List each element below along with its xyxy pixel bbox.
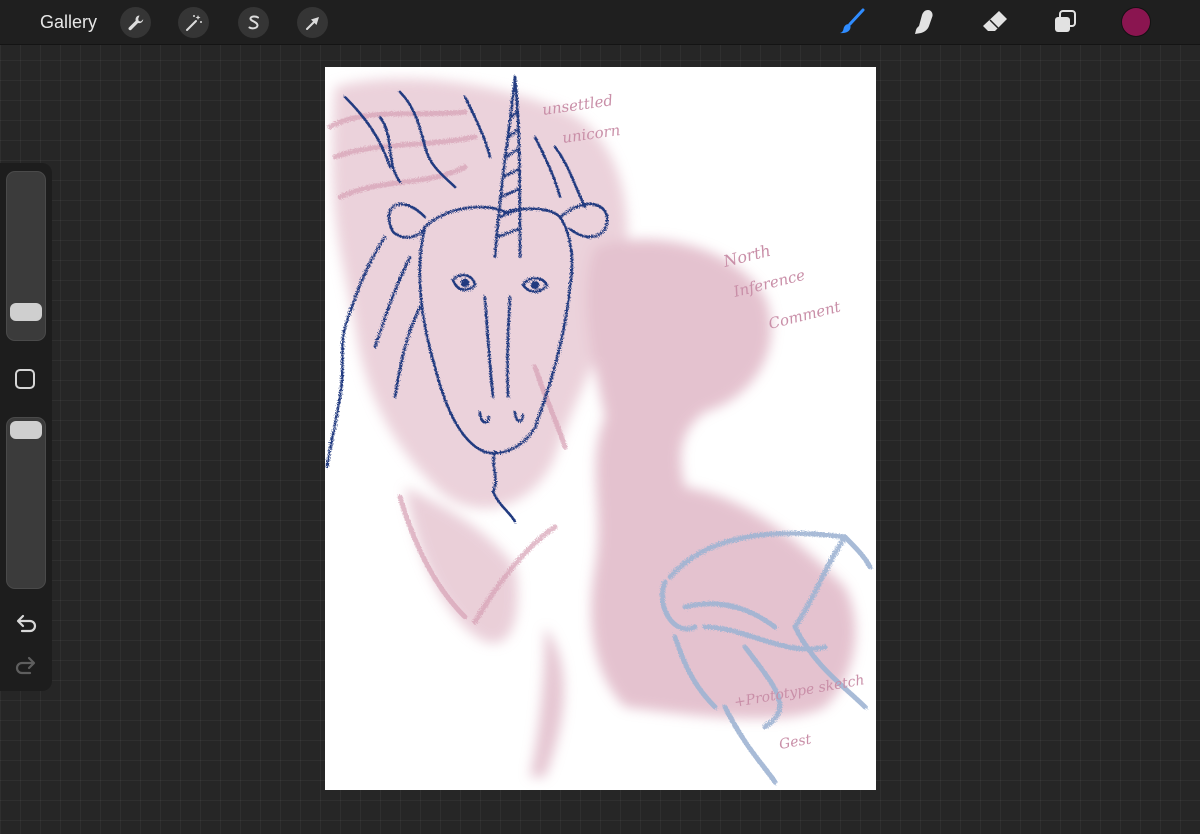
smudge-tool-button[interactable] [907, 6, 939, 38]
brush-size-slider[interactable] [6, 171, 46, 341]
brush-size-thumb[interactable] [10, 303, 42, 322]
selection-s-icon [248, 14, 259, 29]
note-comment: Comment [767, 297, 844, 332]
drawing-canvas[interactable]: unsettled unicorn North Inference Commen… [325, 67, 876, 790]
brush-icon [840, 8, 865, 34]
color-picker-swatch[interactable] [1122, 8, 1150, 36]
note-gest: Gest [778, 732, 813, 753]
wrench-icon [128, 15, 143, 30]
undo-icon [16, 614, 37, 633]
modify-button[interactable] [15, 369, 35, 389]
gallery-button[interactable]: Gallery [40, 11, 97, 33]
layers-button[interactable] [1049, 6, 1081, 38]
opacity-slider[interactable] [6, 417, 46, 589]
redo-button[interactable] [12, 654, 40, 678]
brush-tool-button[interactable] [836, 6, 868, 38]
redo-icon [15, 656, 36, 675]
layers-icon [1055, 10, 1076, 32]
magic-wand-icon [185, 14, 202, 31]
selection-button[interactable] [238, 7, 269, 38]
top-toolbar: Gallery [0, 0, 1200, 45]
adjustments-button[interactable] [178, 7, 209, 38]
note-inference: Inference [731, 266, 807, 301]
opacity-thumb[interactable] [10, 421, 42, 439]
sketch-artwork: unsettled unicorn North Inference Commen… [325, 75, 873, 785]
actions-button[interactable] [120, 7, 151, 38]
transform-button[interactable] [297, 7, 328, 38]
note-unicorn: unsettled [541, 91, 614, 119]
smudge-finger-icon [915, 10, 933, 34]
undo-button[interactable] [12, 612, 40, 636]
left-sidebar [0, 163, 52, 691]
note-north: North [720, 241, 772, 271]
eraser-tool-button[interactable] [979, 6, 1011, 38]
arrow-cursor-icon [305, 16, 319, 30]
eraser-icon [983, 11, 1007, 31]
